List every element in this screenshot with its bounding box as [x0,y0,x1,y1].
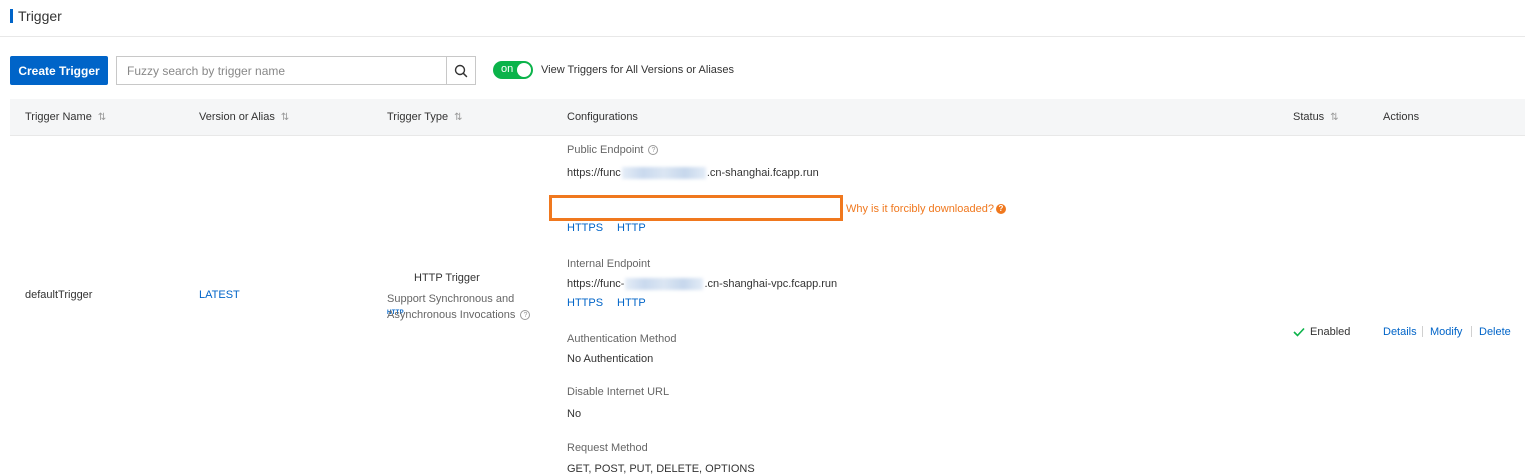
search-button[interactable] [446,56,476,85]
table-header: Trigger Name ⇅ Version or Alias ⇅ Trigge… [10,99,1525,136]
delete-link[interactable]: Delete [1479,326,1511,338]
auth-method-value: No Authentication [567,353,654,365]
internal-http-link[interactable]: HTTP [617,297,646,309]
sort-icon[interactable]: ⇅ [281,112,289,123]
column-header-version: Version or Alias ⇅ [199,111,290,123]
request-method-value: GET, POST, PUT, DELETE, OPTIONS [567,463,755,475]
modify-link[interactable]: Modify [1430,326,1462,338]
trigger-type-desc-1: Support Synchronous and [387,293,515,305]
sort-icon[interactable]: ⇅ [1330,112,1338,123]
auth-method-label: Authentication Method [567,333,677,345]
action-divider [1471,326,1472,337]
public-endpoint-label: Public Endpoint? [567,144,659,156]
help-icon[interactable]: ? [520,310,531,321]
disable-url-value: No [567,408,582,420]
public-endpoint-url[interactable]: https://func .cn-shanghai.fcapp.run [567,167,819,180]
toggle-state-text: on [501,63,514,75]
details-link[interactable]: Details [1383,326,1417,338]
column-header-trigger-type: Trigger Type ⇅ [387,111,463,123]
page-title: Trigger [18,8,62,24]
trigger-table: Trigger Name ⇅ Version or Alias ⇅ Trigge… [10,99,1525,475]
table-row: defaultTrigger LATEST HTTP HTTP Trigger … [10,136,1525,475]
trigger-search-input[interactable] [116,56,446,85]
sort-icon[interactable]: ⇅ [454,112,462,123]
all-versions-toggle[interactable]: on [493,61,533,79]
forced-download-warning-link[interactable]: Why is it forcibly downloaded?? [846,203,1006,215]
column-header-actions: Actions [1383,111,1420,123]
title-accent-bar [10,9,13,23]
page-header: Trigger [0,0,1525,37]
toggle-knob [517,63,531,77]
column-header-trigger-name: Trigger Name ⇅ [25,111,107,123]
highlight-box [549,195,843,221]
version-link[interactable]: LATEST [199,289,240,301]
sort-icon[interactable]: ⇅ [98,112,106,123]
redacted-block [625,278,704,291]
redacted-block [621,167,706,180]
status-badge: Enabled [1310,326,1351,338]
column-header-configurations: Configurations [567,111,638,123]
toggle-label: View Triggers for All Versions or Aliase… [541,64,734,76]
public-https-link[interactable]: HTTPS [567,222,603,234]
column-header-status: Status ⇅ [1293,111,1339,123]
search-icon [454,64,468,77]
internal-endpoint-label: Internal Endpoint [567,258,651,270]
check-icon [1293,327,1305,337]
trigger-type-desc-2: Asynchronous Invocations? [387,309,531,321]
help-icon[interactable]: ? [648,145,659,156]
action-divider [1422,326,1423,337]
public-http-link[interactable]: HTTP [617,222,646,234]
request-method-label: Request Method [567,442,648,454]
trigger-type-title: HTTP Trigger [414,272,480,284]
disable-url-label: Disable Internet URL [567,386,670,398]
internal-https-link[interactable]: HTTPS [567,297,603,309]
toolbar: Create Trigger on View Triggers for All … [10,56,1510,86]
create-trigger-button[interactable]: Create Trigger [10,56,108,85]
internal-endpoint-url[interactable]: https://func- .cn-shanghai-vpc.fcapp.run [567,278,837,291]
warning-help-icon: ? [995,204,1006,215]
trigger-name: defaultTrigger [25,289,93,301]
